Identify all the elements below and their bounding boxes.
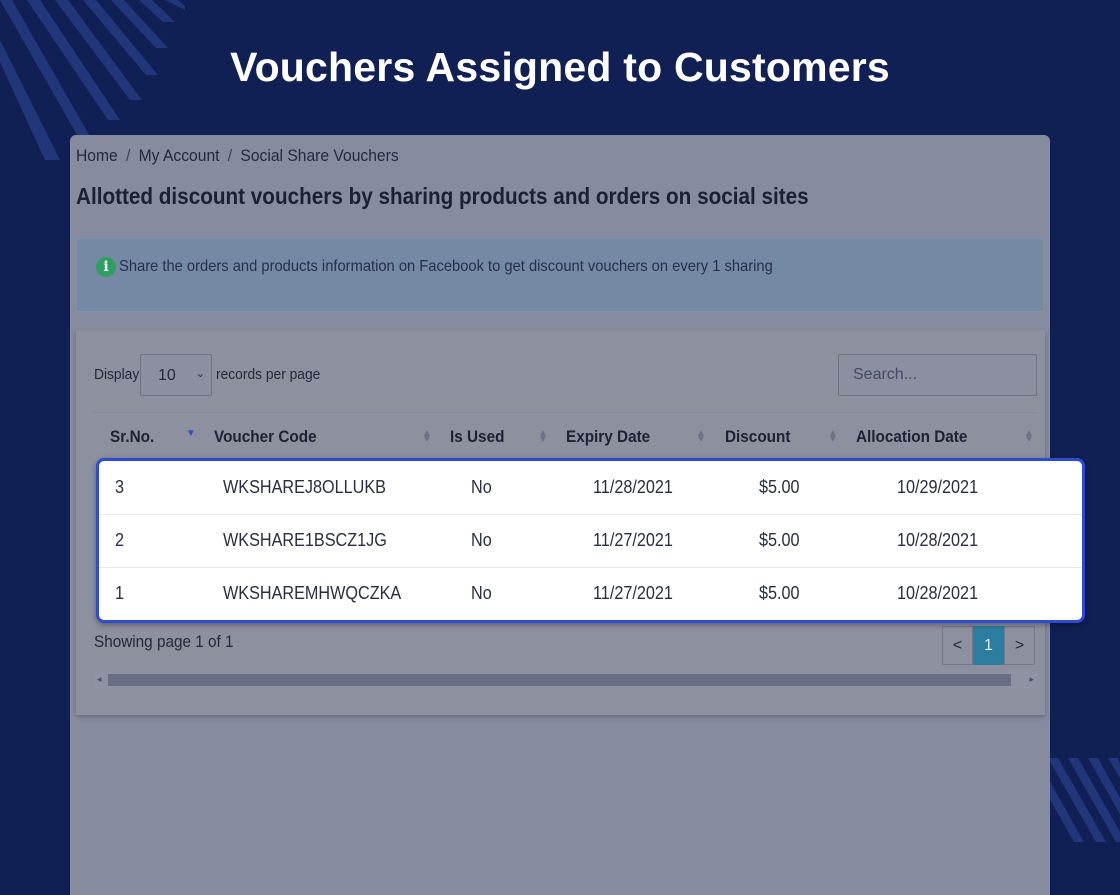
breadcrumb-current: Social Share Vouchers xyxy=(240,146,399,165)
breadcrumb-home[interactable]: Home xyxy=(76,146,118,166)
cell-discount: $5.00 xyxy=(759,583,800,603)
page-title: Allotted discount vouchers by sharing pr… xyxy=(76,183,809,209)
cell-is-used: No xyxy=(471,583,492,603)
breadcrumb-my-account[interactable]: My Account xyxy=(139,146,220,166)
scroll-right-icon[interactable]: ▸ xyxy=(1029,674,1034,685)
pagination: < 1 > xyxy=(942,626,1035,665)
cell-allocation-date: 10/28/2021 xyxy=(897,530,979,550)
cell-allocation-date: 10/29/2021 xyxy=(897,477,979,497)
cell-is-used: No xyxy=(471,477,492,497)
table-row: 1 WKSHAREMHWQCZKA No 11/27/2021 $5.00 10… xyxy=(99,567,1082,620)
sort-icon[interactable]: ▲ ▼ xyxy=(828,429,838,445)
breadcrumb: Home / My Account / Social Share Voucher… xyxy=(76,146,399,166)
next-page-button[interactable]: > xyxy=(1004,626,1035,665)
decorative-stripes-bottom-right xyxy=(1048,758,1120,842)
cell-voucher-code: WKSHARE1BSCZ1JG xyxy=(223,530,387,550)
sort-icon[interactable]: ▲ ▼ xyxy=(538,429,548,445)
column-header-discount[interactable]: Discount xyxy=(725,427,790,447)
column-header-sr-no[interactable]: Sr.No. xyxy=(110,427,154,447)
display-label: Display xyxy=(94,366,140,383)
info-alert: i Share the orders and products informat… xyxy=(76,238,1044,312)
info-message: Share the orders and products informatio… xyxy=(119,258,773,275)
cell-discount: $5.00 xyxy=(759,530,800,550)
column-header-voucher-code[interactable]: Voucher Code xyxy=(214,427,317,447)
table-row: 3 WKSHAREJ8OLLUKB No 11/28/2021 $5.00 10… xyxy=(99,461,1082,515)
breadcrumb-separator: / xyxy=(126,146,131,165)
cell-discount: $5.00 xyxy=(759,477,800,497)
page-size-value: 10 xyxy=(158,367,176,384)
page-size-select[interactable]: 10 ⌄ xyxy=(140,354,212,396)
cell-expiry-date: 11/27/2021 xyxy=(593,530,673,550)
cell-allocation-date: 10/28/2021 xyxy=(897,583,979,603)
breadcrumb-separator: / xyxy=(227,146,233,165)
sort-icon[interactable]: ▲ ▼ xyxy=(1024,429,1034,445)
sort-desc-icon[interactable]: ▼ xyxy=(186,429,196,439)
sort-icon[interactable]: ▲ ▼ xyxy=(422,429,432,445)
table-row: 2 WKSHARE1BSCZ1JG No 11/27/2021 $5.00 10… xyxy=(99,514,1082,568)
highlighted-voucher-rows: 3 WKSHAREJ8OLLUKB No 11/28/2021 $5.00 10… xyxy=(96,458,1085,623)
cell-voucher-code: WKSHAREJ8OLLUKB xyxy=(223,477,386,497)
cell-sr-no: 3 xyxy=(115,477,125,497)
cell-expiry-date: 11/28/2021 xyxy=(593,477,673,497)
cell-sr-no: 1 xyxy=(115,583,125,603)
hero-title: Vouchers Assigned to Customers xyxy=(230,44,890,90)
page-1-button[interactable]: 1 xyxy=(973,626,1004,665)
chevron-down-icon: ⌄ xyxy=(195,368,205,380)
info-icon: i xyxy=(96,257,116,277)
sort-icon[interactable]: ▲ ▼ xyxy=(696,429,706,445)
column-header-allocation-date[interactable]: Allocation Date xyxy=(856,427,967,447)
scroll-left-icon[interactable]: ◂ xyxy=(97,674,102,685)
search-input[interactable] xyxy=(838,354,1037,396)
cell-voucher-code: WKSHAREMHWQCZKA xyxy=(223,583,402,603)
table-header: Sr.No. ▼ Voucher Code ▲ ▼ Is Used ▲ ▼ Expi… xyxy=(94,412,1037,463)
records-per-page-label: records per page xyxy=(216,366,321,383)
prev-page-button[interactable]: < xyxy=(942,626,973,665)
horizontal-scrollbar[interactable]: ◂ ▸ xyxy=(94,672,1037,688)
cell-sr-no: 2 xyxy=(115,530,125,550)
cell-expiry-date: 11/27/2021 xyxy=(593,583,673,603)
scrollbar-thumb[interactable] xyxy=(108,674,1011,686)
column-header-is-used[interactable]: Is Used xyxy=(450,427,504,447)
cell-is-used: No xyxy=(471,530,492,550)
pagination-info: Showing page 1 of 1 xyxy=(94,632,234,651)
column-header-expiry-date[interactable]: Expiry Date xyxy=(566,427,650,447)
